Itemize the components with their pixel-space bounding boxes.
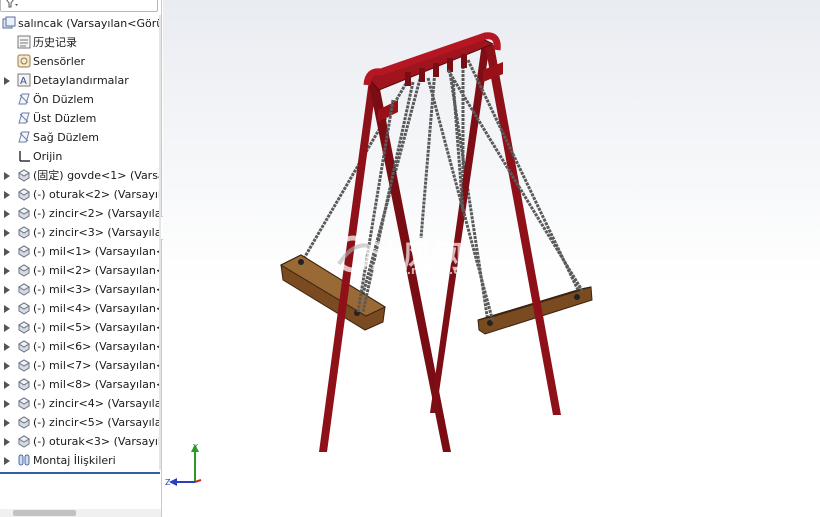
tree-item[interactable]: (-) zincir<5> (Varsayılan<< [0, 413, 161, 432]
tree-item[interactable]: (-) mil<1> (Varsayılan<<Va [0, 242, 161, 261]
watermark: 沐风网 www.mfcad.com [333, 232, 493, 280]
tree-item[interactable]: (-) mil<3> (Varsayılan<<Va [0, 280, 161, 299]
tree-horizontal-scrollbar[interactable] [0, 509, 161, 517]
tree-item[interactable]: Üst Düzlem [0, 109, 161, 128]
tree-item-label: Üst Düzlem [33, 112, 97, 125]
part-icon [18, 264, 30, 277]
tree-item[interactable]: (-) oturak<3> (Varsayılan< [0, 432, 161, 451]
tree-item-label: (-) mil<8> (Varsayılan<<Va [33, 378, 161, 391]
tree-item[interactable]: Sağ Düzlem [0, 128, 161, 147]
tree-vertical-scrollbar[interactable] [159, 15, 161, 470]
tree-item[interactable]: A Detaylandırmalar [0, 71, 161, 90]
filter-funnel-icon[interactable] [5, 0, 19, 8]
scrollbar-thumb[interactable] [13, 510, 76, 516]
tree-item-label: Sağ Düzlem [33, 131, 99, 144]
part-icon [18, 245, 30, 258]
tree-item[interactable]: Sensörler [0, 52, 161, 71]
tree-item-label: Sensörler [33, 55, 86, 68]
tree-item-label: Detaylandırmalar [33, 74, 129, 87]
tree-item[interactable]: (-) oturak<2> (Varsayılan< [0, 185, 161, 204]
tree-filter-bar [0, 0, 160, 14]
tree-item-label: Orijin [33, 150, 63, 163]
tree-item-label: Ön Düzlem [33, 93, 94, 106]
tree-item-label: (-) mil<4> (Varsayılan<<Va [33, 302, 161, 315]
part-icon [18, 397, 30, 410]
y-axis-label: Y [192, 443, 198, 452]
chain [426, 77, 495, 323]
part-icon [18, 283, 30, 296]
history-icon [17, 35, 31, 49]
part-icon [18, 359, 30, 372]
watermark-url: www.mfcad.com [377, 264, 479, 277]
tree-item-label: (-) oturak<3> (Varsayılan< [33, 435, 161, 448]
tree-item-label: (-) mil<7> (Varsayılan<<Va [33, 359, 161, 372]
tree-filter-field[interactable] [0, 0, 158, 12]
tree-item-label: (-) mil<3> (Varsayılan<<Va [33, 283, 161, 296]
orientation-triad[interactable]: Y Z [163, 440, 208, 490]
part-icon [18, 226, 30, 239]
plane-icon [18, 93, 30, 105]
mates-icon [18, 454, 30, 466]
part-icon [18, 188, 30, 201]
tree-item[interactable]: (-) zincir<2> (Varsayılan<< [0, 204, 161, 223]
part-icon [18, 378, 30, 391]
origin-icon [19, 151, 30, 162]
tree-item-label: salıncak (Varsayılan<Görüntü [18, 17, 161, 30]
part-icon [18, 321, 30, 334]
part-icon [18, 340, 30, 353]
part-icon [18, 207, 30, 220]
tree-item[interactable]: (-) mil<6> (Varsayılan<<Va [0, 337, 161, 356]
tree-rollback-bar[interactable] [0, 472, 160, 474]
tree-item-label: Montaj İlişkileri [33, 454, 116, 467]
tree-item-label: (-) zincir<3> (Varsayılan<< [33, 226, 161, 239]
tree-item-label: (-) mil<1> (Varsayılan<<Va [33, 245, 161, 258]
tree-item[interactable]: (-) mil<7> (Varsayılan<<Va [0, 356, 161, 375]
tree-item[interactable]: (-) mil<2> (Varsayılan<<Va [0, 261, 161, 280]
tree-item[interactable]: (-) zincir<3> (Varsayılan<< [0, 223, 161, 242]
tree-item[interactable]: (-) mil<5> (Varsayılan<<Va [0, 318, 161, 337]
tree-item-label: (-) mil<2> (Varsayılan<<Va [33, 264, 161, 277]
part-icon [18, 416, 30, 429]
tree-item-label: (-) oturak<2> (Varsayılan< [33, 188, 161, 201]
annotation-icon: A [17, 73, 31, 87]
part-icon [18, 435, 30, 448]
part-icon [18, 302, 30, 315]
z-axis-label: Z [165, 478, 171, 487]
plane-icon [18, 112, 30, 124]
feature-manager-tree: salıncak (Varsayılan<Görüntü 历史记录 Sensörle… [0, 0, 162, 517]
watermark-logo-icon [334, 235, 372, 273]
tree-item-label: (固定) govde<1> (Varsayıla [33, 169, 161, 182]
tree-item-label: (-) zincir<2> (Varsayılan<< [33, 207, 161, 220]
tree-item-label: (-) zincir<5> (Varsayılan<< [33, 416, 161, 429]
tree-item[interactable]: (-) zincir<4> (Varsayılan<< [0, 394, 161, 413]
tree-item-label: 历史记录 [33, 36, 77, 49]
assembly-icon [2, 16, 16, 29]
tree-item[interactable]: salıncak (Varsayılan<Görüntü [0, 14, 161, 33]
tree-item[interactable]: (-) mil<8> (Varsayılan<<Va [0, 375, 161, 394]
svg-text:A: A [20, 76, 27, 87]
tree-item[interactable]: Ön Düzlem [0, 90, 161, 109]
part-icon [18, 169, 30, 182]
graphics-area[interactable]: 沐风网 www.mfcad.com Y Z [163, 0, 820, 517]
tree-item[interactable]: 历史记录 [0, 33, 161, 52]
tree-item[interactable]: Orijin [0, 147, 161, 166]
tree-item[interactable]: (-) mil<4> (Varsayılan<<Va [0, 299, 161, 318]
tree-item[interactable]: (固定) govde<1> (Varsayıla [0, 166, 161, 185]
tree-item[interactable]: Montaj İlişkileri [0, 451, 161, 470]
tree-item-label: (-) mil<5> (Varsayılan<<Va [33, 321, 161, 334]
tree-item-label: (-) mil<6> (Varsayılan<<Va [33, 340, 161, 353]
tree-item-label: (-) zincir<4> (Varsayılan<< [33, 397, 161, 410]
sensor-icon [17, 54, 31, 68]
plane-icon [18, 131, 30, 143]
